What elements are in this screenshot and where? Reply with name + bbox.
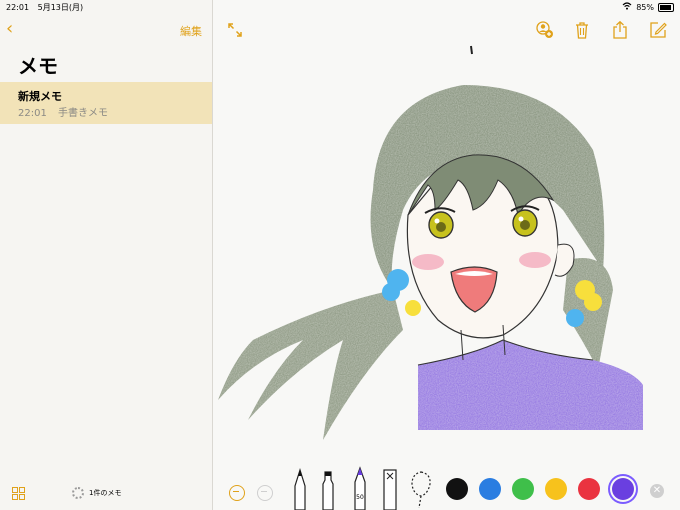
battery-icon [658,2,674,12]
pencil-tool-icon[interactable]: 50 [351,466,369,510]
note-title: 新規メモ [18,90,62,103]
compose-icon[interactable] [648,20,668,40]
page-title: メモ [18,54,58,78]
svg-text:50: 50 [356,494,364,501]
expand-icon[interactable] [227,22,243,38]
note-canvas[interactable]: 50 ✕ [213,0,680,510]
color-swatch[interactable] [512,478,534,500]
lasso-tool-icon[interactable] [409,468,433,508]
loading-spinner-icon [72,487,84,499]
color-swatch[interactable] [545,478,567,500]
edit-button[interactable]: 編集 [180,23,202,39]
trash-icon[interactable] [572,20,592,40]
note-count: 1件のメモ [72,487,121,499]
drawing-tool-palette: 50 ✕ [213,466,680,510]
handwritten-drawing [218,45,643,440]
marker-tool-icon[interactable] [319,470,337,510]
note-count-label: 1件のメモ [89,489,122,497]
status-bar: 22:01 5月13日(月) 85% [0,0,680,14]
eraser-tool-icon[interactable] [381,468,399,510]
note-preview: 手書きメモ [58,108,109,119]
color-swatch[interactable] [578,478,600,500]
color-swatch[interactable] [612,478,634,500]
add-person-icon[interactable] [534,20,554,40]
note-time: 22:01 [18,108,47,119]
battery-percent: 85% [636,2,654,12]
pen-tool-icon[interactable] [291,468,309,510]
note-list-item[interactable]: 新規メモ 22:01 手書きメモ [0,82,212,124]
notes-sidebar: ‹ 編集 メモ 新規メモ 22:01 手書きメモ 1件のメモ [0,0,213,510]
chevron-left-icon[interactable]: ‹ [6,20,13,38]
status-time: 22:01 [6,2,30,12]
color-swatch[interactable] [446,478,468,500]
undo-icon[interactable] [229,485,245,501]
canvas-toolbar [534,20,668,40]
gallery-grid-icon[interactable] [12,487,25,500]
close-icon[interactable]: ✕ [650,484,664,498]
status-date: 5月13日(月) [37,2,84,12]
color-swatch[interactable] [479,478,501,500]
note-meta: 22:01 手書きメモ [18,104,116,119]
wifi-icon [622,2,632,12]
redo-icon[interactable] [257,485,273,501]
share-icon[interactable] [610,20,630,40]
